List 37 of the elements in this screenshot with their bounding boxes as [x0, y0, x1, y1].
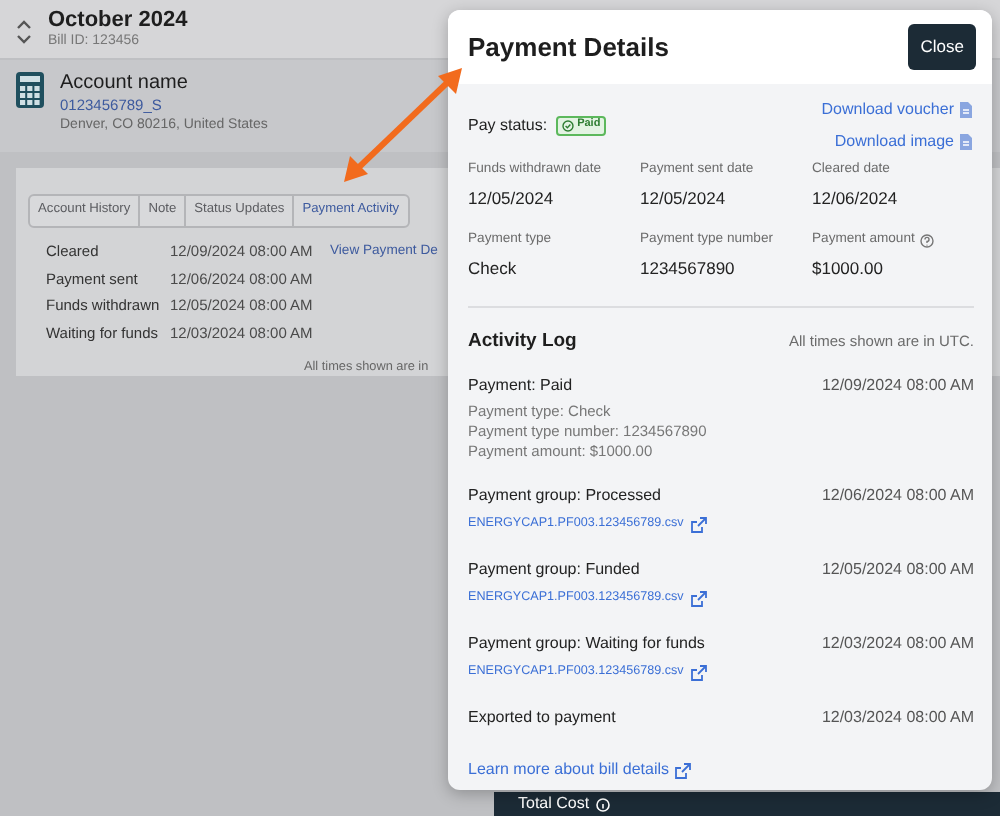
- log-entry-title: Payment group: Funded: [468, 558, 640, 583]
- log-entry-title: Payment group: Processed: [468, 484, 661, 509]
- external-link-icon: [689, 663, 708, 682]
- field-value: 12/05/2024: [468, 186, 556, 212]
- log-entry-time: 12/05/2024 08:00 AM: [821, 558, 974, 583]
- chevron-up-down-icon: [16, 17, 32, 45]
- page-title: October 2024: [48, 8, 188, 33]
- calculator-icon: [16, 72, 44, 108]
- info-icon: [595, 797, 610, 811]
- field-value: 12/05/2024: [640, 186, 728, 212]
- download-link[interactable]: Download image: [834, 130, 974, 154]
- download-link[interactable]: Download voucher: [821, 98, 974, 122]
- log-entry-title: Exported to payment: [468, 706, 616, 731]
- document-icon: [958, 100, 974, 120]
- pay-status-label: Pay status:: [468, 114, 548, 138]
- document-icon: [958, 132, 974, 152]
- field-value: Check: [468, 256, 519, 282]
- double-arrow: [344, 68, 462, 182]
- log-entry-title: Payment group: Waiting for funds: [468, 632, 705, 657]
- log-entry-time: 12/03/2024 08:00 AM: [821, 632, 974, 657]
- log-entry-title: Payment: Paid: [468, 374, 573, 399]
- external-link-icon: [689, 515, 708, 534]
- learn-more-link[interactable]: Learn more about bill details: [468, 758, 692, 783]
- total-cost-label: Total Cost: [518, 792, 590, 816]
- log-entry-time: 12/06/2024 08:00 AM: [821, 484, 974, 509]
- log-entry-time: 12/03/2024 08:00 AM: [821, 706, 974, 731]
- field-value: $1000.00: [812, 256, 885, 282]
- field-value: 12/06/2024: [812, 186, 900, 212]
- field-value: 1234567890: [640, 256, 737, 282]
- external-link-icon: [689, 589, 708, 608]
- check-circle-icon: [561, 120, 574, 132]
- section-title: Activity Log: [468, 327, 577, 356]
- close-button[interactable]: Close: [908, 24, 976, 70]
- external-link-icon: [673, 761, 692, 780]
- log-entry-time: 12/09/2024 08:00 AM: [821, 374, 974, 399]
- account-name: Account name: [60, 72, 190, 94]
- dialog-title: Payment Details: [468, 31, 669, 63]
